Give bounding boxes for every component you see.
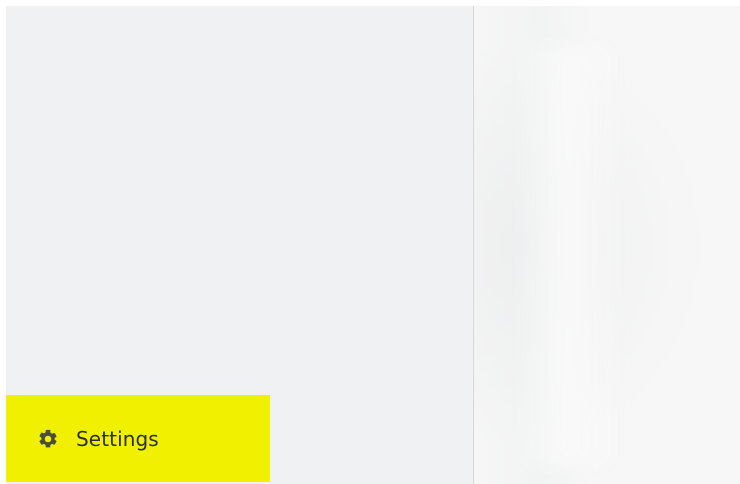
gear-icon [37,428,59,450]
app-window: Settings [0,0,740,484]
sidebar-item-settings[interactable]: Settings [6,395,270,482]
content-blur-column [514,46,624,466]
content-pane [474,6,740,484]
sidebar-item-label: Settings [76,426,159,451]
